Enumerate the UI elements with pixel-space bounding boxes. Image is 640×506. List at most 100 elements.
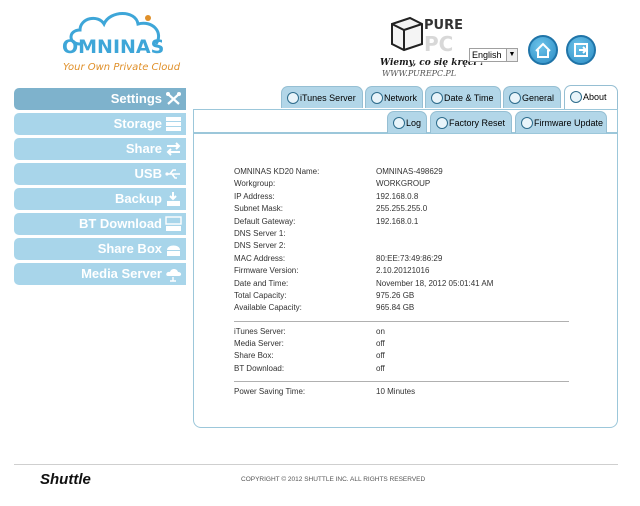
log-icon: [393, 117, 405, 129]
info-row: BT Download: off: [234, 364, 574, 376]
info-value: WORKGROUP: [376, 179, 431, 189]
brand-tagline: Your Own Private Cloud: [63, 62, 181, 73]
omninas-logo: OMNINAS Your Own Private Cloud: [58, 10, 180, 73]
info-label: OMNINAS KD20 Name:: [234, 167, 320, 176]
info-value: 965.84 GB: [376, 303, 415, 313]
home-icon: [535, 42, 551, 58]
gear-icon: [509, 92, 521, 104]
home-button[interactable]: [528, 35, 558, 65]
tab-label: Firmware Update: [534, 118, 604, 128]
info-row: IP Address: 192.168.0.8: [234, 192, 574, 204]
info-label: DNS Server 1:: [234, 228, 286, 238]
info-row: Media Server: off: [234, 339, 574, 351]
sidebar-item-label: Storage: [113, 116, 162, 131]
watermark-url: WWW.PUREPC.PL: [382, 69, 457, 78]
info-row: Available Capacity: 965.84 GB: [234, 303, 574, 315]
tab-date-time[interactable]: Date & Time: [425, 86, 501, 108]
tab-factory-reset[interactable]: Factory Reset: [430, 111, 512, 133]
language-select[interactable]: English ▼: [469, 48, 518, 62]
info-label: Workgroup:: [234, 179, 276, 189]
sidebar-item-backup[interactable]: Backup: [14, 188, 186, 210]
update-icon: [521, 117, 533, 129]
info-value: 192.168.0.8: [376, 191, 419, 201]
info-icon: [570, 91, 582, 103]
info-label: Power Saving Time:: [234, 387, 306, 397]
info-row: DNS Server 2:: [234, 241, 574, 253]
usb-icon: [165, 169, 180, 179]
info-row: Firmware Version: 2.10.20121016: [234, 266, 574, 278]
tab-about[interactable]: About: [564, 85, 618, 109]
sidebar-item-usb[interactable]: USB: [14, 163, 186, 185]
media-server-icon: [166, 269, 182, 282]
cube-logo-icon: [391, 16, 423, 52]
tab-itunes-server[interactable]: iTunes Server: [281, 86, 363, 108]
tab-firmware-update[interactable]: Firmware Update: [515, 111, 607, 133]
sidebar-item-label: Settings: [110, 91, 162, 106]
info-label: iTunes Server:: [234, 326, 286, 336]
divider: [234, 381, 569, 383]
tab-label: About: [583, 92, 607, 102]
sidebar-item-label: Backup: [115, 191, 162, 206]
music-note-icon: [287, 92, 299, 104]
info-value: 80:EE:73:49:86:29: [376, 253, 443, 263]
info-label: Total Capacity:: [234, 290, 287, 300]
info-row: Workgroup: WORKGROUP: [234, 179, 574, 191]
divider: [234, 320, 569, 322]
info-row: OMNINAS KD20 Name: OMNINAS-498629: [234, 167, 574, 179]
footer-divider: [14, 464, 618, 465]
info-row: Total Capacity: 975.26 GB: [234, 291, 574, 303]
info-label: Media Server:: [234, 339, 284, 349]
tab-label: iTunes Server: [300, 93, 356, 103]
tab-label: Network: [384, 93, 418, 103]
logout-icon: [574, 43, 588, 57]
sidebar-item-settings[interactable]: Settings: [14, 88, 186, 110]
sidebar-item-bt-download[interactable]: BT Download: [14, 213, 186, 235]
info-value: off: [376, 351, 385, 361]
language-value: English: [472, 50, 502, 60]
tab-label: Log: [406, 118, 422, 128]
reset-icon: [436, 117, 448, 129]
brand-name: OMNINAS: [62, 36, 165, 58]
chevron-down-icon[interactable]: ▼: [506, 49, 517, 61]
info-label: Date and Time:: [234, 278, 289, 288]
info-value: 192.168.0.1: [376, 216, 419, 226]
info-label: Share Box:: [234, 351, 274, 361]
tab-log[interactable]: Log: [387, 111, 427, 133]
info-value: 10 Minutes: [376, 387, 416, 397]
info-row: Subnet Mask: 255.255.255.0: [234, 204, 574, 216]
share-arrows-icon: [166, 142, 181, 156]
tab-label: Factory Reset: [449, 118, 506, 128]
tab-label: Date & Time: [444, 93, 494, 103]
info-row: Share Box: off: [234, 351, 574, 363]
info-value: off: [376, 339, 385, 349]
info-label: BT Download:: [234, 363, 285, 373]
info-label: Subnet Mask:: [234, 204, 283, 214]
sidebar-item-share-box[interactable]: Share Box: [14, 238, 186, 260]
tab-general[interactable]: General: [503, 86, 561, 108]
info-row: Power Saving Time: 10 Minutes: [234, 387, 574, 399]
info-row: Default Gateway: 192.168.0.1: [234, 217, 574, 229]
shuttle-logo: Shuttle: [40, 471, 91, 488]
backup-icon: [167, 192, 180, 206]
copyright-text: COPYRIGHT © 2012 SHUTTLE INC. ALL RIGHTS…: [241, 476, 426, 483]
sidebar-item-label: Share Box: [97, 241, 162, 256]
sidebar-item-label: Share: [125, 141, 162, 156]
storage-icon: [166, 117, 181, 131]
info-row: Date and Time: November 18, 2012 05:01:41…: [234, 279, 574, 291]
watermark-bottom: PC: [424, 32, 454, 56]
logout-button[interactable]: [566, 35, 596, 65]
sidebar-item-media-server[interactable]: Media Server: [14, 263, 186, 285]
info-label: DNS Server 2:: [234, 241, 286, 251]
purepc-watermark: PURE PC Wiemy, co się kręci ! WWW.PUREPC…: [378, 12, 484, 80]
sidebar-item-share[interactable]: Share: [14, 138, 186, 160]
info-value: 2.10.20121016: [376, 266, 430, 276]
share-box-icon: [167, 245, 180, 256]
sidebar-item-storage[interactable]: Storage: [14, 113, 186, 135]
globe-icon: [371, 92, 383, 104]
info-label: MAC Address:: [234, 253, 286, 263]
info-row: iTunes Server: on: [234, 327, 574, 339]
tab-network[interactable]: Network: [365, 86, 423, 108]
watermark-top: PURE: [424, 18, 463, 33]
about-info: OMNINAS KD20 Name: OMNINAS-498629 Workgro…: [234, 167, 574, 400]
info-label: Firmware Version:: [234, 266, 299, 276]
